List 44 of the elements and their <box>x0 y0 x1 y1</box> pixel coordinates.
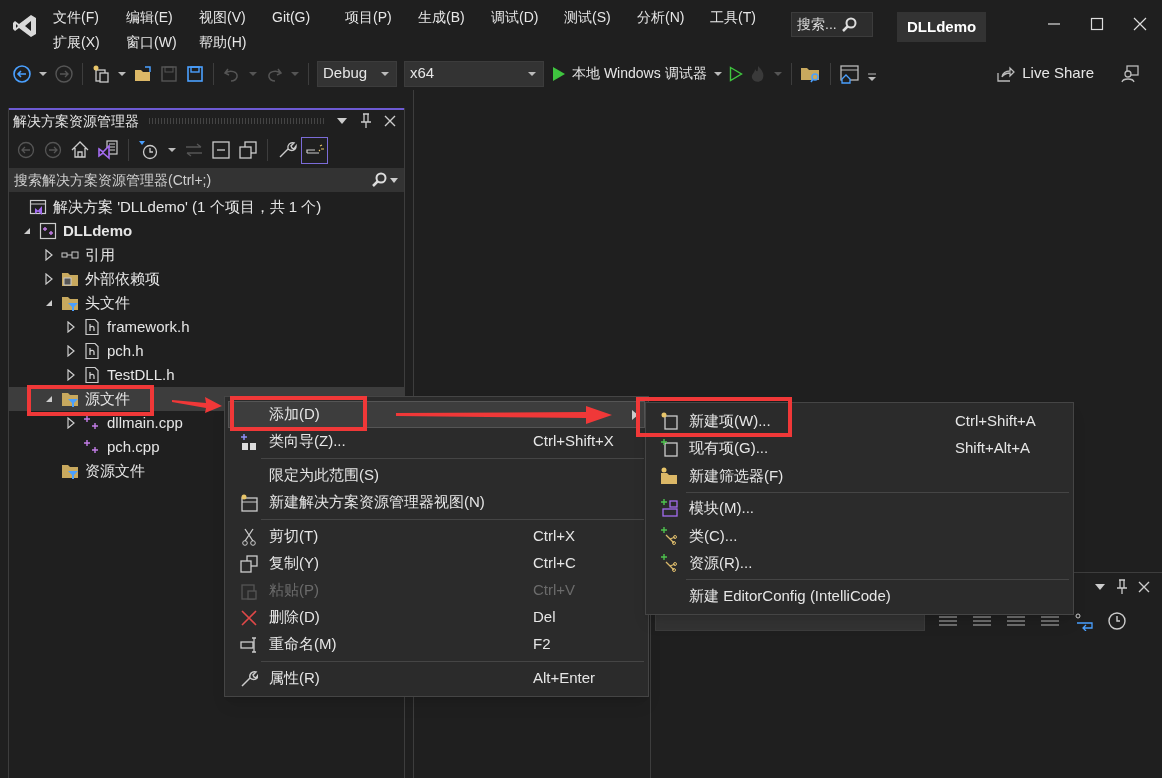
menu-item[interactable]: 剪切(T) Ctrl+X <box>228 523 645 550</box>
live-share-button[interactable]: Live Share <box>995 62 1094 85</box>
search-field[interactable]: 搜索解决方案资源管理器(Ctrl+;) <box>9 168 404 192</box>
menu-item[interactable]: 测试(S) <box>564 5 637 30</box>
menu-item[interactable]: 属性(R) Alt+Enter <box>228 665 645 692</box>
menu-item[interactable]: 调试(D) <box>491 5 564 30</box>
menu-item[interactable]: 重命名(M) F2 <box>228 631 645 658</box>
menu-item[interactable]: 帮助(H) <box>199 30 272 55</box>
menu-item[interactable]: 类向导(Z)... Ctrl+Shift+X <box>228 428 645 455</box>
menu-item[interactable]: 分析(N) <box>637 5 710 30</box>
panel-title: 解决方案资源管理器 <box>13 111 139 131</box>
window-title: DLLdemo <box>897 12 987 42</box>
menu-item[interactable]: 限定为此范围(S) <box>228 462 645 489</box>
tree-item[interactable]: 引用 <box>9 243 404 267</box>
menu-item[interactable]: 复制(Y) Ctrl+C <box>228 550 645 577</box>
menu-item[interactable]: 项目(P) <box>345 5 418 30</box>
search-field[interactable]: 搜索... <box>791 12 873 37</box>
menu-item[interactable]: 视图(V) <box>199 5 272 30</box>
tree-item[interactable]: 头文件 <box>9 291 404 315</box>
menu-item[interactable]: 资源(R)... <box>649 549 1070 577</box>
tree-item[interactable]: TestDLL.h <box>9 363 404 387</box>
menu-item[interactable]: 删除(D) Del <box>228 604 645 631</box>
menu-item[interactable]: 生成(B) <box>418 5 491 30</box>
menu-item[interactable]: 扩展(X) <box>53 30 126 55</box>
start-debugging-button[interactable]: 本地 Windows 调试器 <box>552 63 723 84</box>
menu-item[interactable]: 新建项(W)... Ctrl+Shift+A <box>649 407 1070 435</box>
tree-item[interactable]: pch.h <box>9 339 404 363</box>
tree-item[interactable]: DLLdemo <box>9 219 404 243</box>
menu-item[interactable]: 新建 EditorConfig (IntelliCode) <box>649 582 1070 610</box>
tree-item[interactable]: framework.h <box>9 315 404 339</box>
menu-item[interactable]: 编辑(E) <box>126 5 199 30</box>
menu-item[interactable]: 现有项(G)... Shift+Alt+A <box>649 434 1070 462</box>
menu-item[interactable]: 工具(T) <box>710 5 770 30</box>
menu-item[interactable]: 窗口(W) <box>126 30 199 55</box>
menu-item[interactable]: 模块(M)... <box>649 494 1070 522</box>
tree-item[interactable]: 外部依赖项 <box>9 267 404 291</box>
configuration-dropdown[interactable]: Debug <box>317 60 397 87</box>
menu-item[interactable]: 文件(F) <box>53 5 126 30</box>
menu-item[interactable]: 类(C)... <box>649 522 1070 550</box>
menu-item[interactable]: Git(G) <box>272 5 345 30</box>
platform-dropdown[interactable]: x64 <box>404 60 544 87</box>
menu-item[interactable]: 新建筛选器(F) <box>649 462 1070 490</box>
tree-item[interactable]: 解决方案 'DLLdemo' (1 个项目，共 1 个) <box>9 195 404 219</box>
menu-item[interactable]: 新建解决方案资源管理器视图(N) <box>228 489 645 516</box>
